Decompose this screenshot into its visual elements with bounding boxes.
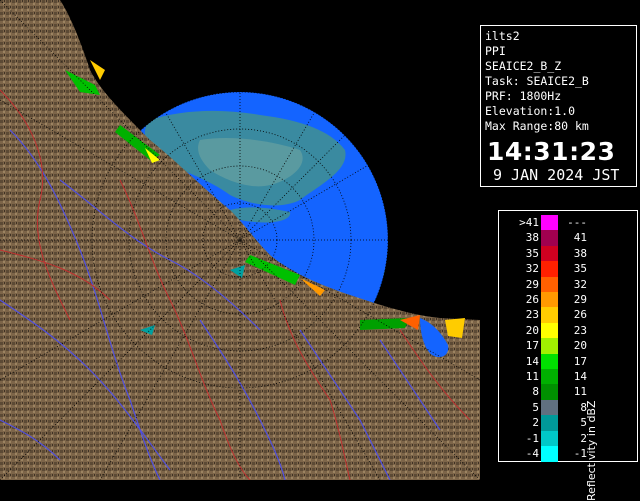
legend-upper-bound: 38 — [573, 246, 587, 260]
legend-color-swatch — [541, 292, 558, 308]
product-name: SEAICE2_B_Z — [485, 59, 562, 73]
legend-row: 14 17 — [499, 353, 609, 370]
legend-color-swatch — [541, 230, 558, 247]
legend-row: 29 32 — [499, 276, 609, 293]
legend-color-swatch — [541, 338, 558, 355]
legend-upper-bound: 29 — [573, 293, 587, 306]
legend-row: 11 14 — [499, 369, 609, 385]
legend-lower-bound: 8 — [532, 385, 539, 399]
legend-row: 8 11 — [499, 384, 609, 401]
legend-color-swatch — [541, 261, 558, 278]
legend-lower-bound: 26 — [525, 293, 539, 306]
legend-upper-bound: 8 — [580, 400, 587, 414]
legend-row: 26 29 — [499, 292, 609, 308]
reflectivity-legend: >41 --- 38 41 35 38 32 35 29 32 26 29 23 26 20 23 17 20 14… — [498, 210, 638, 501]
legend-lower-bound: >41 — [519, 216, 539, 229]
radar-map-svg — [0, 0, 480, 480]
legend-upper-bound: 32 — [573, 277, 587, 291]
legend-color-swatch — [541, 446, 558, 462]
legend-color-swatch — [541, 399, 558, 416]
legend-upper-bound: 23 — [573, 323, 587, 337]
task-name: Task: SEAICE2_B — [485, 74, 589, 88]
legend-color-swatch — [541, 307, 558, 324]
radar-ppi-map[interactable] — [0, 0, 480, 480]
legend-row: 20 23 — [499, 322, 609, 339]
legend-upper-bound: 2 — [580, 431, 587, 445]
legend-lower-bound: 23 — [525, 308, 539, 322]
legend-lower-bound: 11 — [525, 370, 539, 383]
legend-upper-bound: --- — [567, 216, 587, 229]
legend-upper-bound: 17 — [573, 354, 587, 368]
legend-upper-bound: 26 — [573, 308, 587, 322]
legend-lower-bound: 20 — [525, 323, 539, 337]
scan-time: 14:31:23 — [487, 137, 616, 166]
legend-row: 38 41 — [499, 230, 609, 247]
legend-row: 17 20 — [499, 338, 609, 355]
legend-row: >41 --- — [499, 215, 609, 231]
legend-color-swatch — [541, 353, 558, 370]
legend-lower-bound: 2 — [532, 416, 539, 430]
legend-color-swatch — [541, 215, 558, 231]
legend-upper-bound: 20 — [573, 339, 587, 353]
scan-type: PPI — [485, 44, 506, 58]
legend-color-swatch — [541, 245, 558, 262]
legend-lower-bound: 17 — [525, 339, 539, 353]
legend-lower-bound: 5 — [532, 400, 539, 414]
legend-upper-bound: 35 — [573, 262, 587, 276]
legend-lower-bound: 35 — [525, 246, 539, 260]
max-range-value: Max Range:80 km — [485, 119, 589, 133]
legend-upper-bound: 5 — [580, 416, 587, 430]
site-name: ilts2 — [485, 29, 520, 43]
legend-row: 35 38 — [499, 245, 609, 262]
legend-lower-bound: -1 — [525, 431, 539, 445]
legend-color-swatch — [541, 415, 558, 432]
legend-lower-bound: 32 — [525, 262, 539, 276]
elevation-value: Elevation:1.0 — [485, 104, 576, 118]
legend-color-swatch — [541, 430, 558, 447]
scan-date: 9 JAN 2024 JST — [493, 166, 620, 184]
legend-color-swatch — [541, 276, 558, 293]
legend-row: 32 35 — [499, 261, 609, 278]
legend-color-swatch — [541, 322, 558, 339]
legend-upper-bound: -1 — [573, 447, 587, 460]
legend-row: 23 26 — [499, 307, 609, 324]
legend-upper-bound: 11 — [573, 385, 587, 399]
legend-title: Reflectivity in dBZ — [585, 400, 598, 501]
legend-lower-bound: 38 — [525, 231, 539, 245]
prf-value: PRF: 1800Hz — [485, 89, 562, 103]
legend-upper-bound: 41 — [573, 231, 587, 245]
legend-lower-bound: 14 — [525, 354, 539, 368]
legend-lower-bound: 29 — [525, 277, 539, 291]
legend-lower-bound: -4 — [525, 447, 539, 460]
radar-info-box: ilts2 PPI SEAICE2_B_Z Task: SEAICE2_B PR… — [480, 25, 637, 187]
legend-color-swatch — [541, 384, 558, 401]
legend-color-swatch — [541, 369, 558, 385]
legend-upper-bound: 14 — [573, 370, 587, 383]
